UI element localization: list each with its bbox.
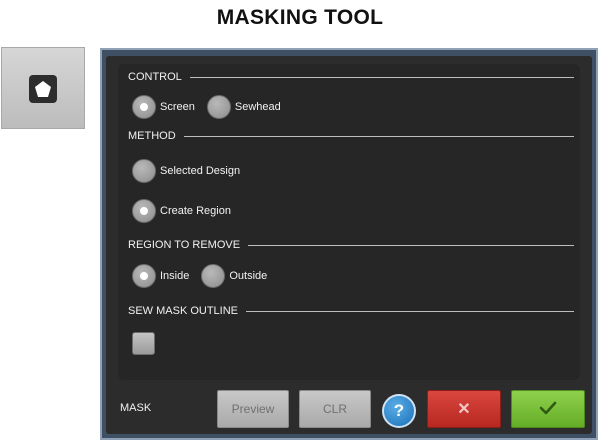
create-region-radio-label[interactable]: Create Region: [160, 205, 231, 217]
options-area: CONTROL Screen Sewhead METHOD Selected D…: [118, 64, 580, 380]
cancel-button[interactable]: ✕: [427, 390, 501, 428]
method-divider: [183, 135, 574, 137]
sew-mask-divider: [246, 310, 574, 312]
region-divider: [248, 244, 574, 246]
masking-tool-button[interactable]: [1, 47, 85, 129]
checkmark-icon: [539, 401, 557, 418]
screen-radio-label[interactable]: Screen: [160, 101, 195, 113]
sewhead-radio[interactable]: [206, 95, 231, 119]
control-section-header: CONTROL: [128, 70, 574, 84]
mask-label: MASK: [120, 402, 152, 414]
region-section-header: REGION TO REMOVE: [128, 238, 574, 252]
inside-radio[interactable]: [132, 264, 156, 288]
sew-mask-outline-checkbox[interactable]: [132, 332, 155, 355]
sew-mask-section-label: SEW MASK OUTLINE: [128, 305, 239, 317]
pentagon-mask-icon: [29, 75, 57, 103]
selected-design-option: Selected Design: [132, 159, 252, 183]
sew-mask-section-header: SEW MASK OUTLINE: [128, 304, 574, 318]
clr-button[interactable]: CLR: [299, 390, 371, 428]
region-options: Inside Outside: [132, 264, 279, 288]
ok-button[interactable]: [511, 390, 585, 428]
outside-radio-label[interactable]: Outside: [229, 270, 267, 282]
screen-radio[interactable]: [132, 95, 156, 119]
outside-radio[interactable]: [201, 264, 226, 288]
preview-button[interactable]: Preview: [217, 390, 289, 428]
masking-dialog: CONTROL Screen Sewhead METHOD Selected D…: [106, 56, 592, 434]
selected-design-radio[interactable]: [132, 159, 156, 183]
help-button[interactable]: ?: [382, 394, 416, 428]
sewhead-radio-label[interactable]: Sewhead: [235, 101, 281, 113]
close-icon: ✕: [457, 401, 471, 418]
control-options: Screen Sewhead: [132, 95, 293, 119]
create-region-radio[interactable]: [132, 199, 156, 223]
method-section-header: METHOD: [128, 129, 574, 143]
region-section-label: REGION TO REMOVE: [128, 239, 241, 251]
control-section-label: CONTROL: [128, 71, 182, 83]
inside-radio-label[interactable]: Inside: [160, 270, 189, 282]
method-section-label: METHOD: [128, 130, 176, 142]
page-title: MASKING TOOL: [216, 6, 384, 29]
selected-design-radio-label[interactable]: Selected Design: [160, 165, 240, 177]
create-region-option: Create Region: [132, 199, 243, 223]
control-divider: [189, 76, 574, 78]
